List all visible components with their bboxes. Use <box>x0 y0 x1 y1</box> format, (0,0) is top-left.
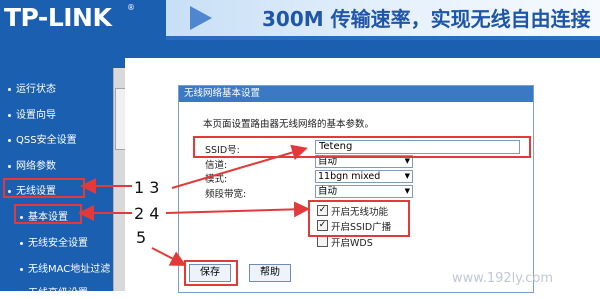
bullet-icon <box>20 291 23 295</box>
annotation-step-1-3: 1 3 <box>134 178 160 197</box>
annotation-step-2-4: 2 4 <box>134 204 160 223</box>
arrow-to-save <box>151 247 187 266</box>
annotation-step-5: 5 <box>136 228 147 247</box>
arrow-to-checkboxes <box>165 201 310 218</box>
annotation-arrows <box>78 144 310 266</box>
arrow-to-ssid <box>171 144 308 189</box>
watermark: www.192ly.com <box>452 271 553 286</box>
